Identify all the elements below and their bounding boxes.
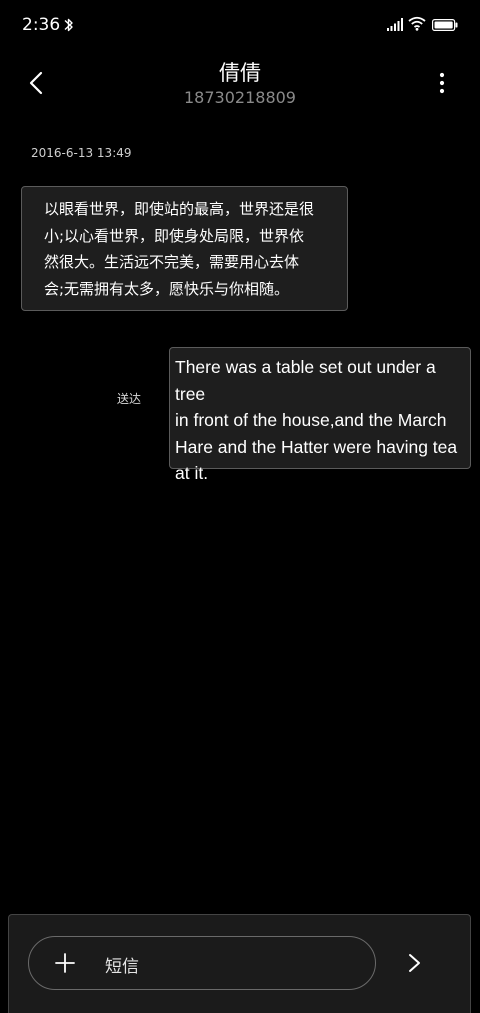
status-bar: 2:36 — [0, 0, 480, 52]
message-composer: 短信 — [8, 914, 471, 1013]
message-line: 以眼看世界，即使站的最高，世界还是很 — [44, 200, 315, 218]
message-line: 小;以心看世界，即使身处局限，世界依 — [44, 226, 305, 245]
message-timestamp: 2016-6-13 13:49 — [31, 146, 132, 160]
message-input-placeholder: 短信 — [105, 957, 139, 977]
status-time: 2:36 — [22, 15, 61, 35]
incoming-message-bubble[interactable]: 以眼看世界，即使站的最高，世界还是很 小;以心看世界，即使身处局限，世界依 然很… — [21, 186, 348, 311]
battery-icon — [432, 19, 458, 31]
conversation-header: 倩倩 18730218809 — [0, 52, 480, 122]
contact-title: 倩倩 18730218809 — [90, 60, 390, 108]
message-line: at it. — [175, 463, 209, 483]
message-line: Hare and the Hatter were having tea — [175, 436, 458, 457]
wifi-icon — [408, 16, 426, 31]
delivery-status: 送达 — [117, 392, 142, 406]
contact-name: 倩倩 — [219, 61, 261, 85]
message-line: 会;无需拥有太多，愿快乐与你相随。 — [44, 279, 290, 298]
back-arrow-icon[interactable] — [22, 66, 54, 100]
more-vertical-icon[interactable] — [432, 70, 452, 96]
message-input[interactable]: 短信 — [28, 936, 376, 990]
message-line: in front of the house,and the March — [175, 410, 447, 430]
message-line: There was a table set out under a tree — [175, 357, 436, 404]
signal-icon — [387, 18, 403, 31]
plus-icon[interactable] — [54, 952, 76, 974]
contact-number: 18730218809 — [184, 88, 296, 107]
bluetooth-icon — [64, 18, 73, 32]
message-line: 然很大。生活远不完美，需要用心去体 — [44, 253, 300, 271]
outgoing-message-bubble[interactable]: There was a table set out under a tree i… — [169, 347, 471, 483]
send-arrow-icon[interactable] — [404, 951, 424, 975]
